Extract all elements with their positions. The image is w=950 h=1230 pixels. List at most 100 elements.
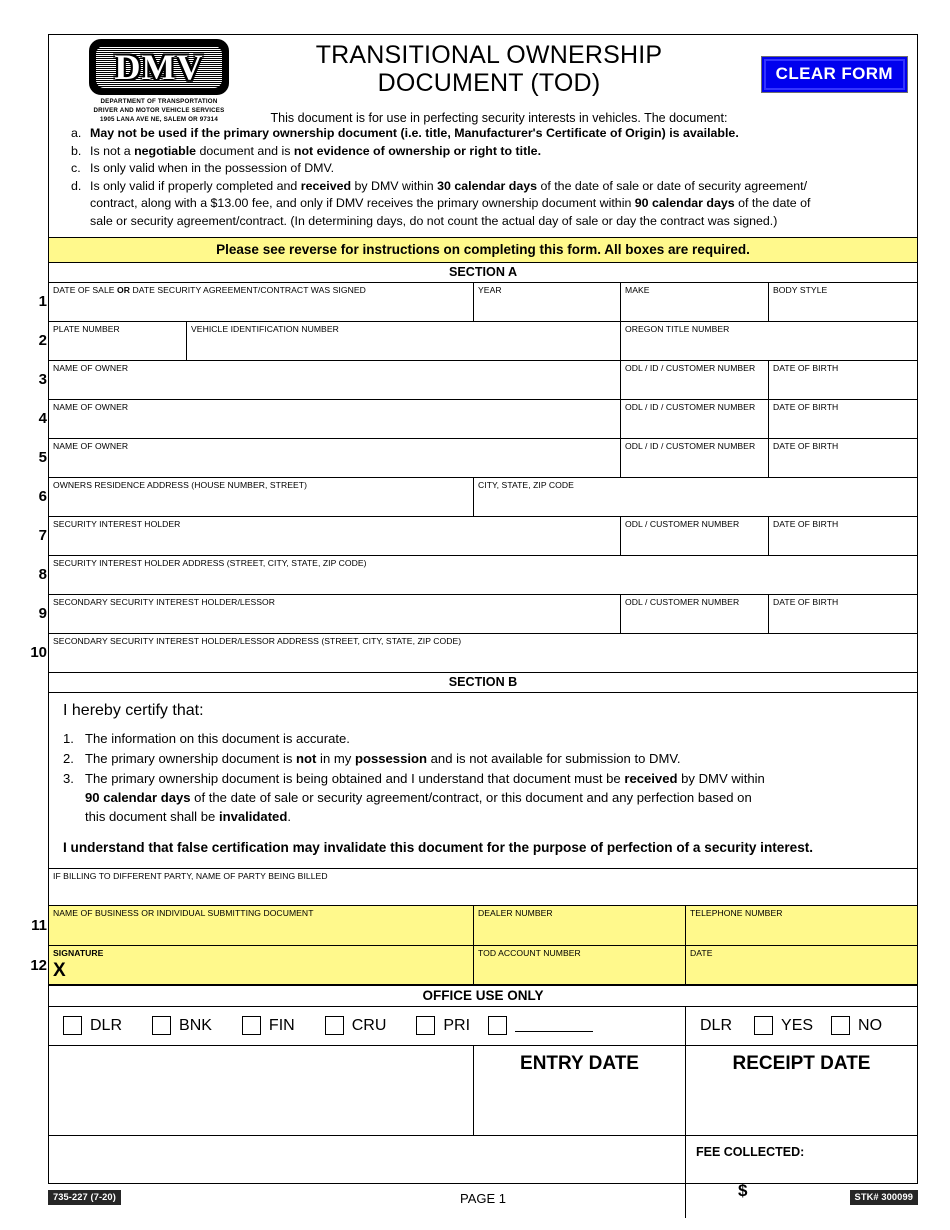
field-cell-9-3[interactable]: DATE OF BIRTH — [769, 595, 917, 633]
receipt-date-cell[interactable]: RECEIPT DATE — [686, 1046, 917, 1135]
field-label-4-2: ODL / ID / CUSTOMER NUMBER — [625, 401, 756, 412]
field-cell-1-3[interactable]: MAKE — [621, 282, 769, 321]
field-label-6-2: CITY, STATE, ZIP CODE — [478, 479, 574, 490]
billing-party-cell[interactable]: IF BILLING TO DIFFERENT PARTY, NAME OF P… — [49, 869, 917, 905]
field-cell-1-2[interactable]: YEAR — [474, 282, 621, 321]
section-a-row-7: 7 SECURITY INTEREST HOLDER ODL / CUSTOMER … — [39, 516, 917, 556]
field-label-4-1: NAME OF OWNER — [53, 401, 129, 412]
certify-item-1: 1. The information on this document is a… — [63, 729, 901, 748]
checkbox-dlr-no[interactable] — [831, 1016, 851, 1036]
checkbox-dlr-no-label: NO — [858, 1016, 883, 1034]
section-a-grid: 1 DATE OF SALE OR DATE SECURITY AGREEMENT… — [30, 282, 917, 672]
signature-cell[interactable]: SIGNATURE X — [49, 945, 474, 984]
checkbox-other-write-in[interactable] — [515, 1019, 594, 1033]
field-cell-10-1[interactable]: SECONDARY SECURITY INTEREST HOLDER/LESSO… — [49, 634, 917, 672]
field-cell-5-1[interactable]: NAME OF OWNER — [49, 438, 621, 477]
field-cell-7-3[interactable]: DATE OF BIRTH — [769, 517, 917, 555]
dealer-number-label: DEALER NUMBER — [478, 907, 553, 918]
field-label-2-1: PLATE NUMBER — [53, 323, 120, 334]
intro-a-text: May not be used if the primary ownership… — [90, 126, 739, 140]
field-cell-1-1[interactable]: DATE OF SALE OR DATE SECURITY AGREEMENT/… — [49, 282, 474, 321]
field-cell-5-3[interactable]: DATE OF BIRTH — [769, 439, 917, 477]
field-cell-6-1[interactable]: OWNERS RESIDENCE ADDRESS (HOUSE NUMBER, … — [49, 477, 474, 516]
receipt-date-label: RECEIPT DATE — [732, 1052, 871, 1074]
checkbox-other[interactable] — [488, 1016, 508, 1036]
submitter-name-label: NAME OF BUSINESS OR INDIVIDUAL SUBMITTIN… — [53, 907, 314, 918]
field-label-7-3: DATE OF BIRTH — [773, 518, 839, 529]
checkbox-cru[interactable] — [324, 1016, 344, 1036]
row-number-4: 4 — [38, 409, 47, 427]
section-a-row-5: 5 NAME OF OWNER ODL / ID / CUSTOMER NUMBER… — [39, 438, 917, 478]
field-cell-6-2[interactable]: CITY, STATE, ZIP CODE — [474, 478, 917, 516]
telephone-number-cell[interactable]: TELEPHONE NUMBER — [686, 906, 917, 945]
dmv-logo-text: DMV — [114, 47, 204, 87]
intro-d-marker: d. — [71, 178, 82, 193]
field-label-5-3: DATE OF BIRTH — [773, 440, 839, 451]
submitter-name-cell[interactable]: NAME OF BUSINESS OR INDIVIDUAL SUBMITTIN… — [49, 905, 474, 945]
field-cell-8-1[interactable]: SECURITY INTEREST HOLDER ADDRESS (STREET… — [49, 556, 917, 594]
office-notes-cell[interactable] — [49, 1045, 474, 1135]
signature-x-marker: X — [53, 960, 66, 982]
checkbox-dlr-label: DLR — [90, 1016, 123, 1034]
intro-d-line3: sale or security agreement/contract. (In… — [90, 214, 778, 229]
certify-2-text: The primary ownership document is not in… — [85, 750, 681, 766]
row-number-2: 2 — [38, 331, 47, 349]
stock-number-tag: STK# 300099 — [849, 1190, 918, 1205]
field-label-5-2: ODL / ID / CUSTOMER NUMBER — [625, 440, 756, 451]
dmv-badge-icon: DMV — [89, 39, 229, 95]
submitter-row: 11 NAME OF BUSINESS OR INDIVIDUAL SUBMIT… — [31, 905, 917, 946]
tod-account-number-cell[interactable]: TOD ACCOUNT NUMBER — [474, 945, 686, 984]
field-cell-2-2[interactable]: VEHICLE IDENTIFICATION NUMBER — [187, 321, 621, 360]
section-a-row-10: 10 SECONDARY SECURITY INTEREST HOLDER/LES… — [30, 634, 917, 672]
section-a-header: SECTION A — [49, 263, 917, 283]
field-cell-3-2[interactable]: ODL / ID / CUSTOMER NUMBER — [621, 360, 769, 399]
checkbox-dlr[interactable] — [63, 1016, 82, 1036]
field-cell-1-4[interactable]: BODY STYLE — [769, 283, 917, 321]
row-number-1: 1 — [38, 292, 47, 310]
certify-3-text: The primary ownership document is being … — [85, 770, 765, 825]
row-number-5: 5 — [38, 448, 47, 466]
field-label-1-4: BODY STYLE — [773, 284, 828, 295]
page-number: PAGE 1 — [459, 1191, 506, 1206]
clear-form-button[interactable]: CLEAR FORM — [760, 56, 909, 93]
checkbox-bnk[interactable] — [152, 1016, 172, 1036]
certify-item-3: 3. The primary ownership document is bei… — [63, 769, 901, 826]
certify-heading: I hereby certify that: — [63, 701, 204, 719]
field-cell-3-1[interactable]: NAME OF OWNER — [49, 360, 621, 399]
field-label-7-1: SECURITY INTEREST HOLDER — [53, 518, 181, 529]
field-cell-2-3[interactable]: OREGON TITLE NUMBER — [621, 322, 917, 360]
title-line-2: DOCUMENT (TOD) — [377, 69, 601, 97]
field-cell-7-1[interactable]: SECURITY INTEREST HOLDER — [49, 516, 621, 555]
form-page: DMV DEPARTMENT OF TRANSPORTATION DRIVER … — [0, 0, 950, 1230]
checkbox-fin-label: FIN — [268, 1016, 295, 1034]
field-cell-4-3[interactable]: DATE OF BIRTH — [769, 400, 917, 438]
field-cell-2-1[interactable]: PLATE NUMBER — [49, 321, 187, 360]
field-cell-3-3[interactable]: DATE OF BIRTH — [769, 361, 917, 399]
checkbox-pri[interactable] — [416, 1016, 436, 1036]
dealer-number-cell[interactable]: DEALER NUMBER — [474, 905, 686, 945]
field-cell-4-2[interactable]: ODL / ID / CUSTOMER NUMBER — [621, 399, 769, 438]
field-cell-9-1[interactable]: SECONDARY SECURITY INTEREST HOLDER/LESSO… — [49, 594, 621, 633]
checkbox-fin[interactable] — [241, 1016, 261, 1036]
signature-row: 12 SIGNATURE X TOD ACCOUNT NUMBER DATE — [30, 945, 917, 985]
field-label-1-1: DATE OF SALE OR DATE SECURITY AGREEMENT/… — [53, 284, 366, 295]
field-cell-5-2[interactable]: ODL / ID / CUSTOMER NUMBER — [621, 438, 769, 477]
field-label-2-3: OREGON TITLE NUMBER — [625, 323, 730, 334]
section-a-row-4: 4 NAME OF OWNER ODL / ID / CUSTOMER NUMBER… — [39, 399, 917, 439]
agency-line-1: DEPARTMENT OF TRANSPORTATION — [100, 98, 218, 105]
field-cell-9-2[interactable]: ODL / CUSTOMER NUMBER — [621, 594, 769, 633]
field-cell-4-1[interactable]: NAME OF OWNER — [49, 399, 621, 438]
intro-d-line2: contract, along with a $13.00 fee, and o… — [90, 196, 811, 211]
row-number-10: 10 — [30, 643, 47, 661]
signature-date-cell[interactable]: DATE — [686, 946, 917, 984]
field-label-1-2: YEAR — [478, 284, 502, 295]
checkbox-dlr-yes[interactable] — [754, 1016, 774, 1036]
row-number-6: 6 — [38, 487, 47, 505]
field-label-1-3: MAKE — [625, 284, 650, 295]
row-number-12: 12 — [30, 956, 47, 974]
field-cell-7-2[interactable]: ODL / CUSTOMER NUMBER — [621, 516, 769, 555]
field-label-9-3: DATE OF BIRTH — [773, 596, 839, 607]
entry-date-cell[interactable]: ENTRY DATE — [474, 1045, 686, 1135]
intro-item-a: a. May not be used if the primary owners… — [71, 125, 903, 143]
certify-2-marker: 2. — [63, 750, 74, 766]
